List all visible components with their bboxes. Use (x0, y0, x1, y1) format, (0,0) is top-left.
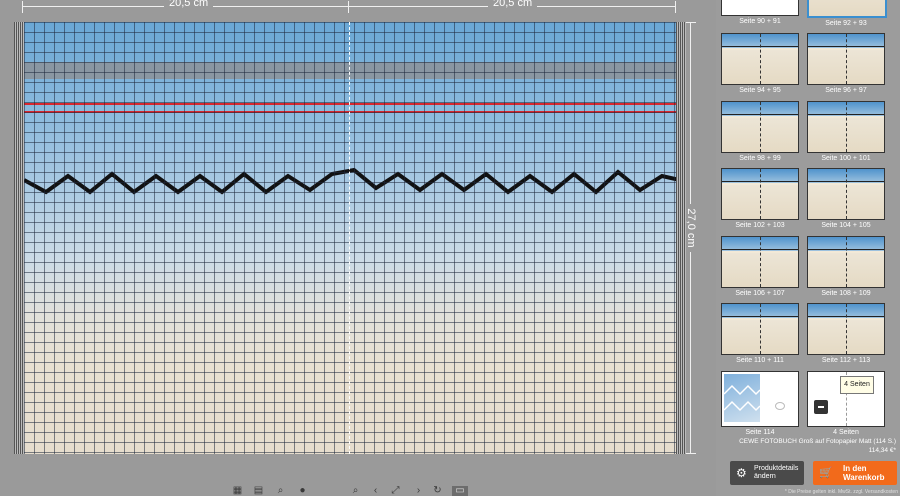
layout-grid (14, 22, 686, 454)
ruler-tick (675, 1, 676, 13)
thumbnail-label: Seite 90 + 91 (739, 18, 781, 25)
bottom-toolbar: ▦ ▤ ⌕ ● ⌕ ‹ ⤢ › ↻ ▭ (220, 484, 490, 496)
thumbnail-seite-112-113[interactable]: Seite 112 + 113 (807, 303, 885, 364)
left-page-width-label: 20,5 cm (164, 0, 214, 9)
thumbnail-label: Seite 96 + 97 (825, 87, 867, 94)
left-page-edge (14, 22, 24, 454)
gear-icon: ⚙ (736, 466, 747, 480)
thumbnail-image (721, 0, 799, 16)
trash-icon[interactable] (814, 400, 828, 414)
product-name: CEWE FOTOBUCH Groß auf Fotopapier Matt (… (739, 438, 896, 445)
thumbnail-image (721, 303, 799, 355)
right-page-edge (676, 22, 686, 454)
thumbnail-seite-104-105[interactable]: Seite 104 + 105 (807, 168, 885, 229)
thumbnail-image (721, 236, 799, 288)
thumbnail-seite-90-91[interactable]: Seite 90 + 91 (721, 0, 799, 25)
ruler-tick (685, 453, 696, 454)
grid-view-icon[interactable]: ▦ (232, 486, 243, 496)
zoom-out-icon[interactable]: ⌕ (275, 486, 286, 496)
thumbnail-seite-94-95[interactable]: Seite 94 + 95 (721, 33, 799, 94)
zigzag-thumb-icon (724, 384, 760, 412)
thumbnail-label: 4 Seiten (833, 429, 859, 436)
thumbnail-image (721, 101, 799, 153)
thumbnail-label: Seite 106 + 107 (735, 290, 785, 297)
thumbnail-seite-96-97[interactable]: Seite 96 + 97 (807, 33, 885, 94)
page-height-label: 27,0 cm (685, 204, 697, 252)
thumbnail-seite-106-107[interactable]: Seite 106 + 107 (721, 236, 799, 297)
price-footnote: * Die Preise gelten inkl. MwSt. zzgl. Ve… (784, 489, 898, 495)
thumbnail-label: Seite 100 + 101 (821, 155, 871, 162)
preview-icon[interactable]: ▭ (452, 486, 468, 496)
tooltip: 4 Seiten (840, 376, 874, 394)
slider-knob-icon[interactable]: ● (297, 486, 308, 496)
add-to-cart-button[interactable]: 🛒 In den Warenkorb (813, 461, 897, 485)
thumbnail-label: Seite 110 + 111 (736, 357, 784, 364)
thumbnail-seite-114[interactable]: Seite 114 (721, 371, 799, 436)
ruler-tick (22, 1, 23, 13)
cart-button-label: In den Warenkorb (843, 464, 885, 482)
cart-icon: 🛒 (819, 467, 833, 479)
center-fold-line (349, 22, 350, 454)
undo-icon[interactable]: ‹ (370, 486, 381, 496)
rotate-icon[interactable]: ↻ (432, 486, 443, 496)
details-button-label: Produktdetails ändern (754, 465, 799, 480)
zoom-in-icon[interactable]: ⌕ (350, 486, 361, 496)
thumbnail-seite-92-93[interactable]: Seite 92 + 93 (807, 0, 887, 27)
page-thumbnail-sidebar: Seite 90 + 91 Seite 92 + 93 Seite 94 + 9… (716, 0, 900, 496)
thumbnail-seite-108-109[interactable]: Seite 108 + 109 (807, 236, 885, 297)
thumbnail-seite-98-99[interactable]: Seite 98 + 99 (721, 101, 799, 162)
thumbnail-image (807, 236, 885, 288)
thumbnail-label: Seite 112 + 113 (821, 357, 871, 364)
ruler-tick (348, 1, 349, 13)
thumbnail-label: Seite 104 + 105 (821, 222, 871, 229)
product-info: CEWE FOTOBUCH Groß auf Fotopapier Matt (… (716, 436, 900, 456)
thumbnail-image (807, 101, 885, 153)
thumbnail-seite-100-101[interactable]: Seite 100 + 101 (807, 101, 885, 162)
thumbnail-seite-102-103[interactable]: Seite 102 + 103 (721, 168, 799, 229)
photobook-spread[interactable] (14, 22, 686, 454)
thumbnail-image (807, 168, 885, 220)
thumbnail-label: Seite 94 + 95 (739, 87, 781, 94)
thumbnail-image (721, 371, 799, 427)
thumbnail-label: Seite 102 + 103 (735, 222, 785, 229)
thumbnail-list[interactable]: Seite 90 + 91 Seite 92 + 93 Seite 94 + 9… (716, 0, 900, 436)
thumbnail-label: Seite 92 + 93 (825, 20, 867, 27)
fit-icon[interactable]: ⤢ (390, 486, 401, 496)
product-price: 114,34 €* (868, 447, 896, 454)
right-page-width-label: 20,5 cm (488, 0, 538, 9)
layout-icon[interactable]: ▤ (253, 486, 264, 496)
thumbnail-image (807, 33, 885, 85)
top-ruler: 20,5 cm 20,5 cm (22, 0, 676, 14)
thumbnail-image (721, 168, 799, 220)
thumbnail-label: Seite 98 + 99 (739, 155, 781, 162)
thumbnail-label: Seite 114 (745, 429, 775, 436)
thumbnail-image (807, 0, 887, 18)
change-product-details-button[interactable]: ⚙ Produktdetails ändern (730, 461, 804, 485)
redo-icon[interactable]: › (413, 486, 424, 496)
thumbnail-image (807, 303, 885, 355)
thumbnail-seite-110-111[interactable]: Seite 110 + 111 (721, 303, 799, 364)
thumbnail-label: Seite 108 + 109 (821, 290, 871, 297)
thumbnail-image (721, 33, 799, 85)
